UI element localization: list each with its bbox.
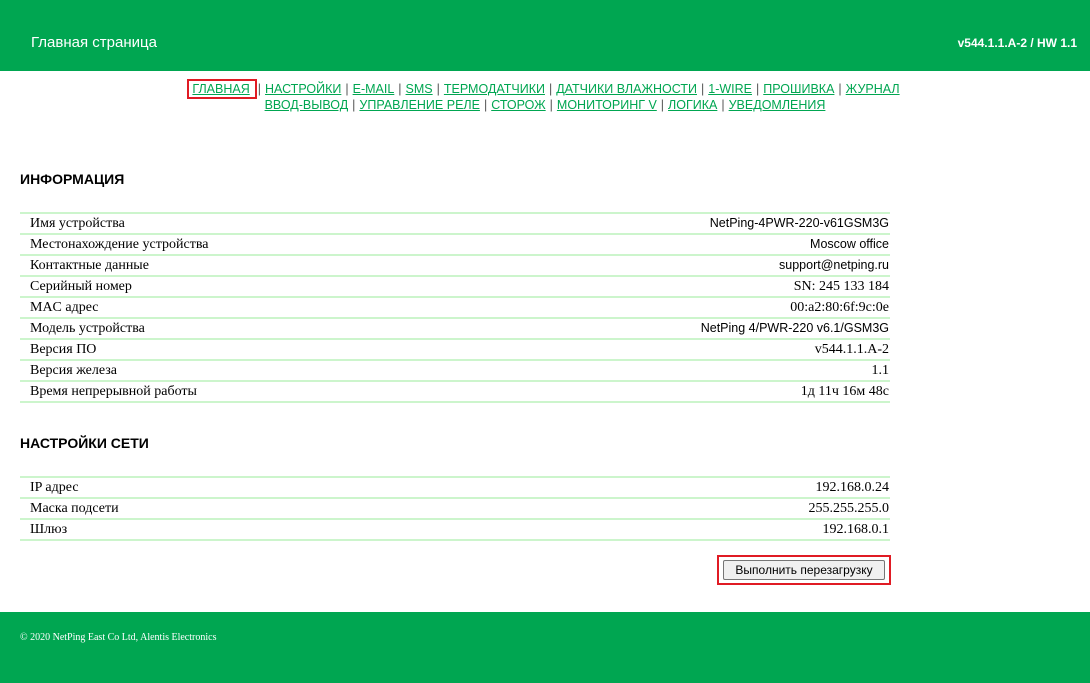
- nav-separator: |: [549, 98, 553, 112]
- nav-link-notifications[interactable]: УВЕДОМЛЕНИЯ: [729, 98, 826, 112]
- table-row: Версия ПО v544.1.1.A-2: [20, 338, 890, 360]
- table-row: Серийный номер SN: 245 133 184: [20, 275, 890, 297]
- table-row: IP адрес 192.168.0.24: [20, 476, 890, 498]
- network-section-title: НАСТРОЙКИ СЕТИ: [20, 435, 149, 451]
- row-value: Moscow office: [444, 233, 890, 255]
- nav-link-watchdog[interactable]: СТОРОЖ: [491, 98, 545, 112]
- nav-separator: |: [345, 82, 349, 96]
- nav-separator: |: [436, 82, 440, 96]
- row-value: 192.168.0.1: [473, 518, 890, 541]
- nav-link-settings[interactable]: НАСТРОЙКИ: [265, 82, 341, 96]
- network-table: IP адрес 192.168.0.24 Маска подсети 255.…: [20, 476, 890, 541]
- nav-link-log[interactable]: ЖУРНАЛ: [846, 82, 900, 96]
- row-label: Имя устройства: [20, 212, 445, 234]
- row-label: Версия ПО: [20, 338, 445, 360]
- row-label: Модель устройства: [20, 317, 445, 339]
- nav-link-1wire[interactable]: 1-WIRE: [708, 82, 752, 96]
- nav-row-2: ВВОД-ВЫВОД | УПРАВЛЕНИЕ РЕЛЕ | СТОРОЖ | МОНИТО…: [0, 97, 1090, 113]
- nav-row-1: ГЛАВНАЯ | НАСТРОЙКИ | E-MAIL | SMS | ТЕРМОДАТЧИК…: [0, 79, 1090, 99]
- table-row: Время непрерывной работы 1д 11ч 16м 48с: [20, 380, 890, 403]
- table-row: Маска подсети 255.255.255.0: [20, 497, 890, 519]
- row-label: Маска подсети: [20, 497, 474, 519]
- nav-link-relay-control[interactable]: УПРАВЛЕНИЕ РЕЛЕ: [359, 98, 480, 112]
- nav-link-thermo-sensors[interactable]: ТЕРМОДАТЧИКИ: [444, 82, 545, 96]
- nav-separator: |: [548, 82, 553, 96]
- row-value: 00:a2:80:6f:9c:0e: [444, 296, 890, 318]
- row-label: Местонахождение устройства: [20, 233, 445, 255]
- table-row: Шлюз 192.168.0.1: [20, 518, 890, 541]
- nav-link-voltage-monitoring[interactable]: МОНИТОРИНГ V: [557, 98, 657, 112]
- row-value: 255.255.255.0: [473, 497, 890, 519]
- nav-link-main[interactable]: ГЛАВНАЯ: [187, 79, 257, 99]
- row-value: NetPing 4/PWR-220 v6.1/GSM3G: [444, 317, 890, 339]
- row-value: 1д 11ч 16м 48с: [444, 380, 890, 403]
- nav-link-humidity-sensors[interactable]: ДАТЧИКИ ВЛАЖНОСТИ: [556, 82, 697, 96]
- row-label: Серийный номер: [20, 275, 445, 297]
- page-title: Главная страница: [31, 34, 157, 51]
- nav-separator: |: [701, 82, 705, 96]
- firmware-version: v544.1.1.A-2 / HW 1.1: [957, 36, 1077, 50]
- nav-separator: |: [352, 98, 356, 112]
- table-row: Имя устройства NetPing-4PWR-220-v61GSM3G: [20, 212, 890, 234]
- row-value: 1.1: [444, 359, 890, 381]
- nav-separator: |: [660, 98, 665, 112]
- copyright-text: © 2020 NetPing East Co Ltd, Alentis Elec…: [20, 632, 217, 643]
- nav-separator: |: [398, 82, 402, 96]
- nav-link-firmware[interactable]: ПРОШИВКА: [763, 82, 834, 96]
- row-label: Время непрерывной работы: [20, 380, 445, 403]
- info-table: Имя устройства NetPing-4PWR-220-v61GSM3G…: [20, 212, 890, 403]
- nav-separator: |: [838, 82, 842, 96]
- row-value: v544.1.1.A-2: [444, 338, 890, 360]
- table-row: Местонахождение устройства Moscow office: [20, 233, 890, 255]
- info-section-title: ИНФОРМАЦИЯ: [20, 171, 125, 187]
- reboot-button[interactable]: Выполнить перезагрузку: [723, 560, 885, 580]
- row-label: MAC адрес: [20, 296, 445, 318]
- row-label: Шлюз: [20, 518, 474, 541]
- row-label: Контактные данные: [20, 254, 445, 276]
- row-label: IP адрес: [20, 476, 474, 498]
- nav-link-logic[interactable]: ЛОГИКА: [668, 98, 717, 112]
- nav-link-sms[interactable]: SMS: [406, 82, 433, 96]
- nav-separator: |: [721, 98, 725, 112]
- nav-link-io[interactable]: ВВОД-ВЫВОД: [265, 98, 349, 112]
- footer-bar: © 2020 NetPing East Co Ltd, Alentis Elec…: [0, 612, 1090, 683]
- reboot-button-highlight: Выполнить перезагрузку: [717, 555, 891, 585]
- table-row: Версия железа 1.1: [20, 359, 890, 381]
- row-label: Версия железа: [20, 359, 445, 381]
- main-nav: ГЛАВНАЯ | НАСТРОЙКИ | E-MAIL | SMS | ТЕРМОДАТЧИК…: [0, 79, 1090, 113]
- table-row: Модель устройства NetPing 4/PWR-220 v6.1…: [20, 317, 890, 339]
- nav-separator: |: [257, 82, 261, 96]
- nav-link-email[interactable]: E-MAIL: [353, 82, 395, 96]
- row-value: SN: 245 133 184: [444, 275, 890, 297]
- row-value: support@netping.ru: [444, 254, 890, 276]
- nav-separator: |: [483, 98, 488, 112]
- table-row: MAC адрес 00:a2:80:6f:9c:0e: [20, 296, 890, 318]
- table-row: Контактные данные support@netping.ru: [20, 254, 890, 276]
- row-value: 192.168.0.24: [473, 476, 890, 498]
- row-value: NetPing-4PWR-220-v61GSM3G: [444, 212, 890, 234]
- nav-separator: |: [756, 82, 760, 96]
- header-bar: Главная страница v544.1.1.A-2 / HW 1.1: [0, 0, 1090, 71]
